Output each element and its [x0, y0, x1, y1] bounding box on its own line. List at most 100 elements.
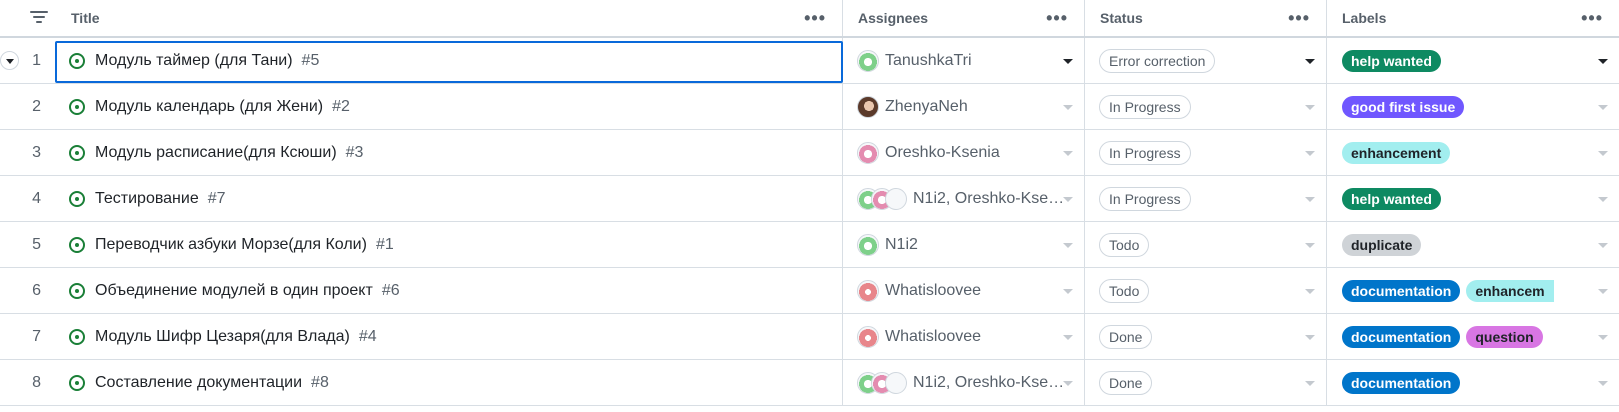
- chevron-down-icon[interactable]: [1305, 242, 1315, 248]
- table-row[interactable]: 2 Модуль календарь (для Жени) #2 ZhenyaN…: [0, 84, 1619, 130]
- table-row[interactable]: 7 Модуль Шифр Цезаря(для Влада) #4 Whati…: [0, 314, 1619, 360]
- issue-title[interactable]: Тестирование: [95, 190, 199, 208]
- title-cell[interactable]: Модуль Шифр Цезаря(для Влада) #4: [55, 314, 843, 359]
- issue-number[interactable]: #2: [332, 98, 350, 116]
- table-row[interactable]: 3 Модуль расписание(для Ксюши) #3 Oreshk…: [0, 130, 1619, 176]
- chevron-down-icon[interactable]: [1305, 334, 1315, 340]
- column-header-title[interactable]: Title •••: [55, 0, 843, 36]
- chevron-down-icon[interactable]: [1305, 380, 1315, 386]
- chevron-down-icon[interactable]: [1063, 242, 1073, 248]
- chevron-down-icon[interactable]: [1063, 104, 1073, 110]
- label-badge: help wanted: [1342, 187, 1441, 210]
- labels-cell[interactable]: enhancement: [1327, 130, 1619, 175]
- assignees-cell[interactable]: N1i2, Oreshko-Kse…: [843, 360, 1085, 405]
- status-cell[interactable]: Done: [1085, 314, 1327, 359]
- issue-title[interactable]: Модуль расписание(для Ксюши): [95, 144, 337, 162]
- issue-title[interactable]: Модуль календарь (для Жени): [95, 98, 323, 116]
- table-row[interactable]: 8 Составление документации #8 N1i2, Ores…: [0, 360, 1619, 406]
- labels-cell[interactable]: documentation question: [1327, 314, 1619, 359]
- assignee-names: Oreshko-Ksenia: [885, 143, 1000, 161]
- assignees-cell[interactable]: Oreshko-Ksenia: [843, 130, 1085, 175]
- title-cell[interactable]: Объединение модулей в один проект #6: [55, 268, 843, 313]
- chevron-down-icon[interactable]: [1063, 196, 1073, 202]
- chevron-down-icon[interactable]: [1598, 288, 1608, 294]
- title-cell[interactable]: Модуль календарь (для Жени) #2: [55, 84, 843, 129]
- avatar: [857, 141, 879, 164]
- status-cell[interactable]: Todo: [1085, 222, 1327, 267]
- chevron-down-icon[interactable]: [1305, 150, 1315, 156]
- chevron-down-icon[interactable]: [1063, 58, 1073, 64]
- issue-number[interactable]: #6: [382, 282, 400, 300]
- assignees-cell[interactable]: ZhenyaNeh: [843, 84, 1085, 129]
- assignees-cell[interactable]: N1i2: [843, 222, 1085, 267]
- table-header: Title ••• Assignees ••• Status ••• Label…: [0, 0, 1619, 38]
- title-cell[interactable]: Переводчик азбуки Морзе(для Коли) #1: [55, 222, 843, 267]
- chevron-down-icon[interactable]: [1305, 104, 1315, 110]
- filter-icon[interactable]: [30, 11, 48, 25]
- chevron-down-icon[interactable]: [1063, 150, 1073, 156]
- issue-number[interactable]: #7: [208, 190, 226, 208]
- chevron-down-icon[interactable]: [1598, 150, 1608, 156]
- title-cell[interactable]: Составление документации #8: [55, 360, 843, 405]
- chevron-down-icon[interactable]: [1598, 104, 1608, 110]
- column-labels-menu-icon[interactable]: •••: [1581, 9, 1603, 27]
- labels-cell[interactable]: documentation: [1327, 360, 1619, 405]
- table-row[interactable]: 1 Модуль таймер (для Тани) #5 TanushkaTr…: [0, 38, 1619, 84]
- title-cell[interactable]: Модуль расписание(для Ксюши) #3: [55, 130, 843, 175]
- assignees-cell[interactable]: Whatisloovee: [843, 314, 1085, 359]
- issue-number[interactable]: #8: [311, 374, 329, 392]
- issue-number[interactable]: #1: [376, 236, 394, 254]
- label-badge: documentation: [1342, 325, 1461, 348]
- status-badge: Done: [1099, 324, 1153, 349]
- labels-cell[interactable]: help wanted: [1327, 38, 1619, 83]
- column-status-menu-icon[interactable]: •••: [1288, 9, 1310, 27]
- chevron-down-icon[interactable]: [1598, 58, 1608, 64]
- row-number: 5: [32, 235, 41, 253]
- labels-cell[interactable]: good first issue: [1327, 84, 1619, 129]
- chevron-down-icon[interactable]: [1305, 58, 1315, 64]
- issue-number[interactable]: #3: [346, 144, 364, 162]
- assignees-cell[interactable]: N1i2, Oreshko-Kse…: [843, 176, 1085, 221]
- status-cell[interactable]: Error correction: [1085, 38, 1327, 83]
- assignee-names: Whatisloovee: [885, 327, 982, 345]
- column-assignees-menu-icon[interactable]: •••: [1046, 9, 1068, 27]
- status-cell[interactable]: Todo: [1085, 268, 1327, 313]
- chevron-down-icon[interactable]: [1305, 288, 1315, 294]
- table-row[interactable]: 6 Объединение модулей в один проект #6 W…: [0, 268, 1619, 314]
- table-row[interactable]: 4 Тестирование #7 N1i2, Oreshko-Kse… In …: [0, 176, 1619, 222]
- status-cell[interactable]: In Progress: [1085, 176, 1327, 221]
- issue-title[interactable]: Объединение модулей в один проект: [95, 282, 373, 300]
- labels-cell[interactable]: documentation enhancem: [1327, 268, 1619, 313]
- table-row[interactable]: 5 Переводчик азбуки Морзе(для Коли) #1 N…: [0, 222, 1619, 268]
- issue-title[interactable]: Модуль Шифр Цезаря(для Влада): [95, 328, 350, 346]
- assignee-names: Whatisloovee: [885, 281, 982, 299]
- column-title-menu-icon[interactable]: •••: [804, 9, 826, 27]
- avatar: [857, 95, 879, 118]
- assignees-cell[interactable]: TanushkaTri: [843, 38, 1085, 83]
- chevron-down-icon[interactable]: [1598, 242, 1608, 248]
- status-cell[interactable]: In Progress: [1085, 130, 1327, 175]
- chevron-down-icon[interactable]: [1063, 334, 1073, 340]
- avatar: [857, 49, 879, 72]
- chevron-down-icon[interactable]: [1598, 334, 1608, 340]
- issue-title[interactable]: Составление документации: [95, 374, 302, 392]
- status-cell[interactable]: In Progress: [1085, 84, 1327, 129]
- chevron-down-icon[interactable]: [1063, 380, 1073, 386]
- chevron-down-icon[interactable]: [1598, 196, 1608, 202]
- title-cell[interactable]: Тестирование #7: [55, 176, 843, 221]
- labels-cell[interactable]: help wanted: [1327, 176, 1619, 221]
- column-header-status[interactable]: Status •••: [1085, 0, 1327, 36]
- labels-cell[interactable]: duplicate: [1327, 222, 1619, 267]
- status-cell[interactable]: Done: [1085, 360, 1327, 405]
- column-header-assignees[interactable]: Assignees •••: [843, 0, 1085, 36]
- issue-title[interactable]: Переводчик азбуки Морзе(для Коли): [95, 236, 367, 254]
- open-issue-icon: [69, 190, 85, 207]
- chevron-down-icon[interactable]: [1598, 380, 1608, 386]
- chevron-down-icon[interactable]: [1305, 196, 1315, 202]
- chevron-down-icon[interactable]: [1063, 288, 1073, 294]
- column-header-labels[interactable]: Labels •••: [1327, 0, 1619, 36]
- issue-number[interactable]: #4: [359, 328, 377, 346]
- column-labels-label: Labels: [1342, 10, 1387, 26]
- assignees-cell[interactable]: Whatisloovee: [843, 268, 1085, 313]
- label-badge: enhancement: [1342, 141, 1451, 164]
